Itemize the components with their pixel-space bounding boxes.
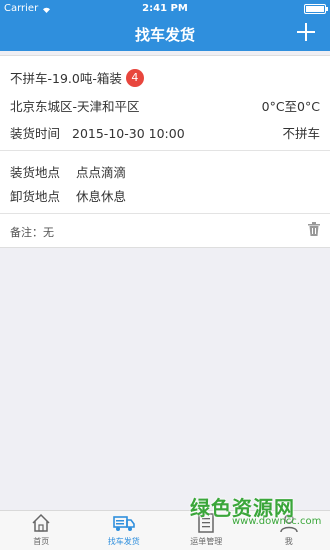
truck-icon [112,516,135,531]
divider [0,213,330,214]
temperature-range: 0°C至0°C [261,99,320,114]
count-badge: 4 [125,68,144,87]
tab-orders[interactable]: 运单管理 [165,511,248,550]
route-text: 北京东城区-天津和平区 [10,99,140,114]
carpool-status: 不拼车 [282,126,320,141]
tab-bar: 首页 找车发货 运单管理 我 [0,510,330,550]
load-location-row: 装货地点 点点滴滴 [10,162,320,181]
status-bar: Carrier 2:41 PM [0,0,330,18]
tab-home[interactable]: 首页 [0,511,83,550]
route-row: 北京东城区-天津和平区 0°C至0°C [10,96,320,115]
remark-text: 备注：无 [10,226,54,239]
load-time-row: 装货时间 2015-10-30 10:00 不拼车 [10,123,320,142]
tab-find-truck[interactable]: 找车发货 [83,511,166,550]
trash-icon[interactable] [308,222,320,236]
status-time: 2:41 PM [142,3,188,14]
home-icon [32,513,50,532]
tab-label: 找车发货 [107,537,140,546]
load-time-value: 2015-10-30 10:00 [72,126,185,141]
shipment-title: 不拼车-19.0吨-箱装 [10,71,122,86]
shipment-card[interactable]: 不拼车-19.0吨-箱装 4 北京东城区-天津和平区 0°C至0°C 装货时间 … [0,55,330,248]
tab-label: 我 [284,537,293,546]
unload-location-value: 休息休息 [76,189,127,204]
tab-label: 首页 [33,537,50,546]
divider [0,150,330,151]
tab-label: 运单管理 [190,537,223,546]
navigation-header: Carrier 2:41 PM 找车发货 [0,0,330,51]
unload-location-row: 卸货地点 休息休息 [10,186,320,205]
document-icon [198,513,214,533]
load-time-label: 装货时间 [10,126,61,141]
load-location-label: 装货地点 [10,165,61,180]
battery-icon [304,4,328,14]
page-title: 找车发货 [134,26,195,44]
unload-location-label: 卸货地点 [10,189,61,204]
shipment-title-row: 不拼车-19.0吨-箱装 4 [10,68,320,87]
plus-icon[interactable] [294,20,318,44]
load-location-value: 点点滴滴 [76,165,127,180]
tab-me[interactable]: 我 [248,511,330,550]
user-icon [280,514,298,533]
